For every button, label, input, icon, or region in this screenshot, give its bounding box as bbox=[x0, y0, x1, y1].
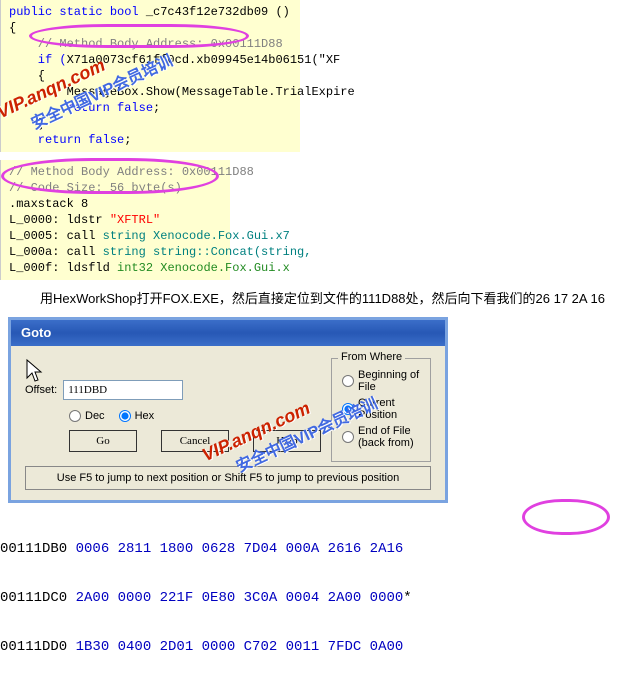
maxstack: .maxstack 8 bbox=[9, 196, 222, 212]
il-codesize-comment: // Code Size: 56 byte(s) bbox=[9, 180, 222, 196]
goto-dialog: Goto Offset: Dec Hex Go bbox=[8, 317, 448, 503]
method-name: _c7c43f12e732db09 bbox=[146, 5, 268, 19]
hex-row-2: 00111DC0 2A00 0000 221F 0E80 3C0A 0004 2… bbox=[0, 590, 626, 607]
go-button[interactable]: Go bbox=[69, 430, 137, 452]
offset-input[interactable] bbox=[63, 380, 183, 400]
hint-text: Use F5 to jump to next position or Shift… bbox=[25, 466, 431, 490]
radio-hex-label[interactable]: Hex bbox=[119, 410, 155, 422]
radio-dec-label[interactable]: Dec bbox=[69, 410, 105, 422]
code-block-2: // Method Body Address: 0x00111D88 // Co… bbox=[0, 160, 230, 280]
ellipse-annotation-3 bbox=[522, 499, 610, 535]
il-address-comment: // Method Body Address: 0x00111D88 bbox=[9, 164, 222, 180]
cursor-icon bbox=[25, 358, 45, 386]
radio-beginning[interactable] bbox=[342, 375, 354, 387]
radio-current[interactable] bbox=[342, 403, 354, 415]
hex-dump: 00111DB0 0006 2811 1800 0628 7D04 000A 2… bbox=[0, 503, 626, 688]
brace-open: { bbox=[9, 20, 292, 36]
hex-row-3: 00111DD0 1B30 0400 2D01 0000 C702 0011 7… bbox=[0, 639, 626, 656]
cancel-button[interactable]: Cancel bbox=[161, 430, 229, 452]
hex-row-1: 00111DB0 0006 2811 1800 0628 7D04 000A 2… bbox=[0, 541, 626, 558]
dialog-title[interactable]: Goto bbox=[11, 320, 445, 346]
instruction-paragraph: 用HexWorkShop打开FOX.EXE，然后直接定位到文件的111D88处，… bbox=[0, 280, 626, 317]
code-block-1: public static bool _c7c43f12e732db09 () … bbox=[0, 0, 300, 152]
help-button[interactable]: Help bbox=[253, 430, 321, 452]
from-where-title: From Where bbox=[338, 351, 405, 363]
from-where-group: From Where Beginning of File Current Pos… bbox=[331, 358, 431, 462]
radio-hex[interactable] bbox=[119, 410, 131, 422]
radio-end[interactable] bbox=[342, 431, 354, 443]
kw-public: public static bool bbox=[9, 5, 146, 19]
method-address-comment: // Method Body Address: 0x00111D88 bbox=[9, 36, 292, 52]
radio-dec[interactable] bbox=[69, 410, 81, 422]
string-literal: "XFTRL" bbox=[110, 213, 160, 227]
